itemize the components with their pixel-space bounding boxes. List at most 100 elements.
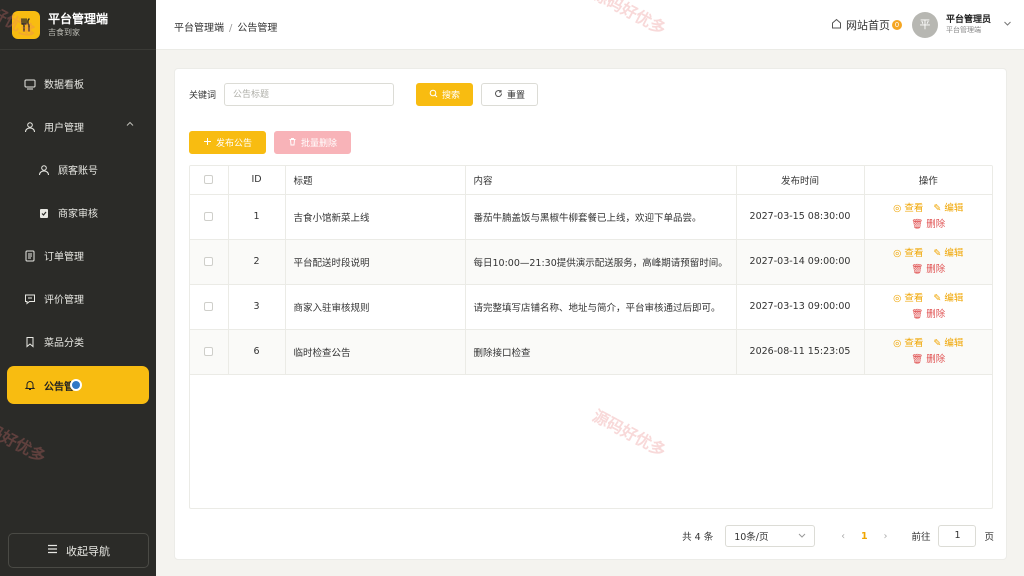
delete-button[interactable]: 🗑 删除 — [911, 307, 945, 323]
select-all-checkbox[interactable] — [190, 166, 229, 195]
trash-icon: 🗑 — [911, 218, 924, 230]
sidebar-item-dashboard[interactable]: 数据看板 — [0, 62, 156, 105]
table-row: 2 平台配送时段说明 每日10:00—21:30提供演示配送服务，高峰期请预留时… — [190, 239, 992, 285]
site-home-label: 网站首页 — [845, 19, 890, 32]
chat-icon — [24, 293, 36, 305]
column-header: 发布时间 — [736, 166, 865, 195]
delete-button[interactable]: 🗑 删除 — [911, 217, 945, 233]
search-input[interactable] — [224, 83, 395, 106]
view-label: 查看 — [904, 292, 924, 304]
bookmark-icon — [24, 336, 36, 348]
edit-button[interactable]: ✎ 编辑 — [933, 246, 963, 262]
plus-icon — [203, 137, 212, 149]
monitor-icon — [24, 78, 36, 90]
sidebar-item-orders[interactable]: 订单管理 — [0, 234, 156, 277]
cell-time: 2026-08-11 15:23:05 — [736, 329, 865, 375]
row-checkbox[interactable] — [190, 194, 229, 240]
top-header: 平台管理端 / 公告管理 网站首页 0 平 平台管理员 平台管理端 — [156, 0, 1024, 50]
trash-icon: 🗑 — [911, 263, 924, 275]
chevron-down-icon[interactable] — [1003, 19, 1012, 31]
avatar[interactable]: 平 — [911, 12, 938, 38]
site-home-link[interactable]: 网站首页 0 — [831, 17, 902, 33]
cell-content: 番茄牛腩盖饭与黑椒牛柳套餐已上线，欢迎下单品尝。 — [465, 194, 737, 240]
cell-id: 1 — [228, 194, 286, 240]
delete-button[interactable]: 🗑 删除 — [911, 262, 945, 278]
sidebar-item-merchant-review[interactable]: 商家审核 — [0, 191, 156, 234]
cell-title: 平台配送时段说明 — [285, 239, 466, 285]
reset-button-label: 重置 — [507, 91, 526, 101]
table-row: 3 商家入驻审核规则 请完整填写店铺名称、地址与简介，平台审核通过后即可。 20… — [190, 284, 992, 330]
edit-icon: ✎ — [933, 337, 942, 349]
home-icon — [831, 18, 842, 32]
row-checkbox[interactable] — [190, 239, 229, 285]
cell-title: 临时检查公告 — [285, 329, 466, 375]
column-header: ID — [228, 166, 286, 195]
sidebar-item-announcements[interactable]: 公告管 — [7, 366, 149, 404]
search-button[interactable]: 搜索 — [416, 83, 474, 106]
edit-label: 编辑 — [944, 337, 964, 349]
document-icon — [24, 250, 36, 262]
sidebar-item-label: 顾客账号 — [58, 166, 98, 177]
prev-page-icon[interactable]: ‹ — [841, 531, 845, 542]
sidebar-item-users[interactable]: 用户管理 — [0, 105, 156, 148]
column-header: 标题 — [285, 166, 466, 195]
breadcrumb-item-current: 公告管理 — [237, 23, 278, 34]
view-button[interactable]: ◎ 查看 — [893, 246, 923, 262]
trash-icon: 🗑 — [911, 308, 924, 320]
edit-button[interactable]: ✎ 编辑 — [933, 336, 963, 352]
user-info[interactable]: 平台管理员 平台管理端 — [946, 15, 991, 35]
page-number-current[interactable]: 1 — [861, 531, 868, 542]
collapse-nav-button[interactable]: 收起导航 — [8, 533, 149, 568]
refresh-icon — [494, 89, 503, 101]
view-button[interactable]: ◎ 查看 — [893, 291, 923, 307]
delete-button[interactable]: 🗑 删除 — [911, 352, 945, 368]
sidebar-item-customers[interactable]: 顾客账号 — [0, 148, 156, 191]
sidebar-item-reviews[interactable]: 评价管理 — [0, 277, 156, 320]
view-button[interactable]: ◎ 查看 — [893, 336, 923, 352]
user-icon — [24, 121, 36, 133]
pagination: 共 4 条 10条/页 ‹ 1 › 前往 1 页 — [682, 525, 994, 547]
notification-badge: 0 — [891, 20, 902, 30]
edit-button[interactable]: ✎ 编辑 — [933, 201, 963, 217]
next-page-icon[interactable]: › — [884, 531, 888, 542]
eye-icon: ◎ — [893, 202, 902, 214]
announcement-table: ID 标题 内容 发布时间 操作 1 吉食小馆新菜上线 番茄牛腩盖饭与黑椒牛柳套… — [189, 165, 993, 509]
chevron-up-icon — [126, 120, 134, 131]
sidebar: 平台管理端 吉食到家 数据看板 用户管理 顾客账号 商家审核 订单管理 评价管理 — [0, 0, 156, 576]
breadcrumb-item[interactable]: 平台管理端 — [174, 23, 224, 34]
page-unit-label: 页 — [984, 532, 994, 543]
sidebar-item-label: 评价管理 — [44, 295, 84, 306]
edit-label: 编辑 — [944, 292, 964, 304]
cell-title: 商家入驻审核规则 — [285, 284, 466, 330]
search-button-label: 搜索 — [442, 91, 461, 101]
edit-button[interactable]: ✎ 编辑 — [933, 291, 963, 307]
cell-content: 每日10:00—21:30提供演示配送服务，高峰期请预留时间。 — [465, 239, 737, 285]
view-button[interactable]: ◎ 查看 — [893, 201, 923, 217]
cell-content: 请完整填写店铺名称、地址与简介，平台审核通过后即可。 — [465, 284, 737, 330]
reset-button[interactable]: 重置 — [481, 83, 539, 106]
page-size-select[interactable]: 10条/页 — [725, 525, 816, 547]
sidebar-item-label: 订单管理 — [44, 252, 84, 263]
user-role: 平台管理端 — [945, 26, 981, 34]
edit-icon: ✎ — [933, 247, 942, 259]
sidebar-item-label: 菜品分类 — [44, 338, 84, 349]
sidebar-item-label: 商家审核 — [58, 209, 98, 220]
goto-page-input[interactable]: 1 — [938, 525, 977, 547]
publish-announcement-button[interactable]: 发布公告 — [189, 131, 266, 154]
menu-icon — [47, 544, 58, 557]
column-header: 操作 — [864, 166, 992, 195]
table-header-row: ID 标题 内容 发布时间 操作 — [190, 166, 992, 195]
edit-label: 编辑 — [944, 202, 964, 214]
sidebar-nav: 数据看板 用户管理 顾客账号 商家审核 订单管理 评价管理 菜品分类 公告管 — [0, 50, 156, 404]
edit-icon: ✎ — [933, 202, 942, 214]
sidebar-item-label: 数据看板 — [44, 80, 84, 91]
row-checkbox[interactable] — [190, 284, 229, 330]
delete-label: 删除 — [926, 353, 946, 365]
cell-id: 6 — [228, 329, 286, 375]
eye-icon: ◎ — [893, 337, 902, 349]
cell-actions: ◎ 查看 ✎ 编辑 🗑 删除 — [864, 194, 992, 240]
batch-delete-button[interactable]: 批量删除 — [274, 131, 351, 154]
bell-icon — [24, 379, 36, 391]
row-checkbox[interactable] — [190, 329, 229, 375]
sidebar-item-categories[interactable]: 菜品分类 — [0, 320, 156, 363]
